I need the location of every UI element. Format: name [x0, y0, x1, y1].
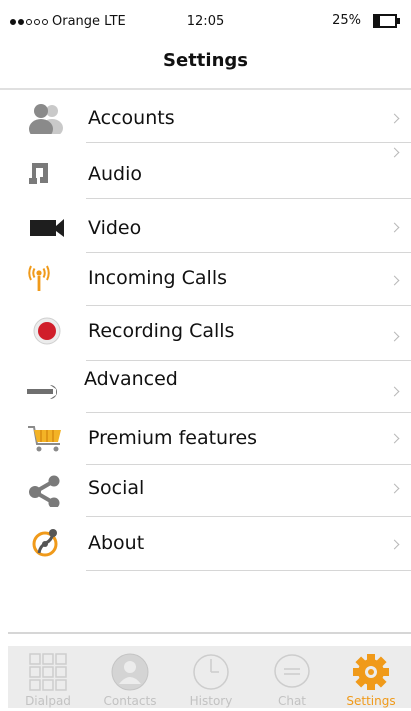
- settings-item-label: Social: [88, 477, 145, 499]
- tab-settings[interactable]: Settings: [331, 646, 411, 708]
- settings-item-about[interactable]: About: [0, 517, 411, 571]
- settings-item-label: Video: [88, 217, 142, 239]
- chevron-right-icon: [389, 275, 400, 286]
- chevron-right-icon: [389, 222, 400, 233]
- gear-icon: [353, 654, 389, 690]
- tab-label: Contacts: [103, 694, 157, 708]
- settings-item-label: Advanced: [84, 368, 178, 390]
- tab-contacts[interactable]: Contacts: [90, 646, 170, 708]
- settings-item-recording-calls[interactable]: Recording Calls: [0, 306, 411, 361]
- cart-icon: [28, 426, 61, 452]
- audio-icon: [29, 163, 48, 184]
- share-icon: [29, 475, 60, 507]
- chat-icon: [274, 654, 310, 688]
- battery-percent: 25%: [332, 13, 361, 28]
- incoming-calls-icon: [28, 265, 50, 291]
- chevron-right-icon: [389, 483, 400, 494]
- tab-history[interactable]: History: [171, 646, 251, 708]
- battery: 25%: [332, 13, 400, 28]
- settings-item-social[interactable]: Social: [0, 465, 411, 517]
- settings-item-label: Accounts: [88, 107, 175, 129]
- chevron-right-icon: [389, 147, 400, 158]
- battery-icon: [373, 13, 400, 28]
- tab-label: Settings: [346, 694, 396, 708]
- page-title: Settings: [163, 50, 248, 71]
- settings-item-advanced[interactable]: Advanced: [0, 361, 411, 413]
- divider: [8, 632, 411, 634]
- status-bar: Orange LTE 12:05 25%: [0, 0, 411, 44]
- tab-label: History: [189, 694, 233, 708]
- clock-icon: [193, 654, 229, 690]
- chevron-right-icon: [389, 331, 400, 342]
- tab-bar: Dialpad Contacts History Chat Settings: [8, 646, 411, 708]
- video-icon: [30, 219, 64, 237]
- settings-list: Accounts Audio Video Incoming Calls Reco…: [0, 90, 411, 571]
- settings-item-premium-features[interactable]: Premium features: [0, 413, 411, 465]
- settings-item-label: Recording Calls: [88, 320, 235, 342]
- settings-item-label: Incoming Calls: [88, 267, 228, 289]
- chevron-right-icon: [389, 433, 400, 444]
- tab-label: Dialpad: [25, 694, 71, 708]
- settings-item-accounts[interactable]: Accounts: [0, 90, 411, 143]
- settings-item-label: Premium features: [88, 427, 258, 449]
- accounts-icon: [29, 104, 63, 134]
- dialpad-icon: [29, 653, 67, 691]
- settings-item-incoming-calls[interactable]: Incoming Calls: [0, 253, 411, 306]
- tab-dialpad[interactable]: Dialpad: [8, 646, 88, 708]
- chevron-right-icon: [389, 113, 400, 124]
- tab-label: Chat: [277, 694, 307, 708]
- wrench-icon: [27, 385, 62, 399]
- tab-chat[interactable]: Chat: [252, 646, 332, 708]
- contacts-icon: [111, 653, 149, 691]
- about-icon: [32, 529, 58, 557]
- settings-item-label: Audio: [88, 163, 143, 185]
- recording-icon: [33, 317, 61, 345]
- chevron-right-icon: [389, 539, 400, 550]
- settings-item-label: About: [88, 532, 145, 554]
- settings-item-video[interactable]: Video: [0, 199, 411, 253]
- chevron-right-icon: [389, 386, 400, 397]
- settings-item-audio[interactable]: Audio: [0, 143, 411, 199]
